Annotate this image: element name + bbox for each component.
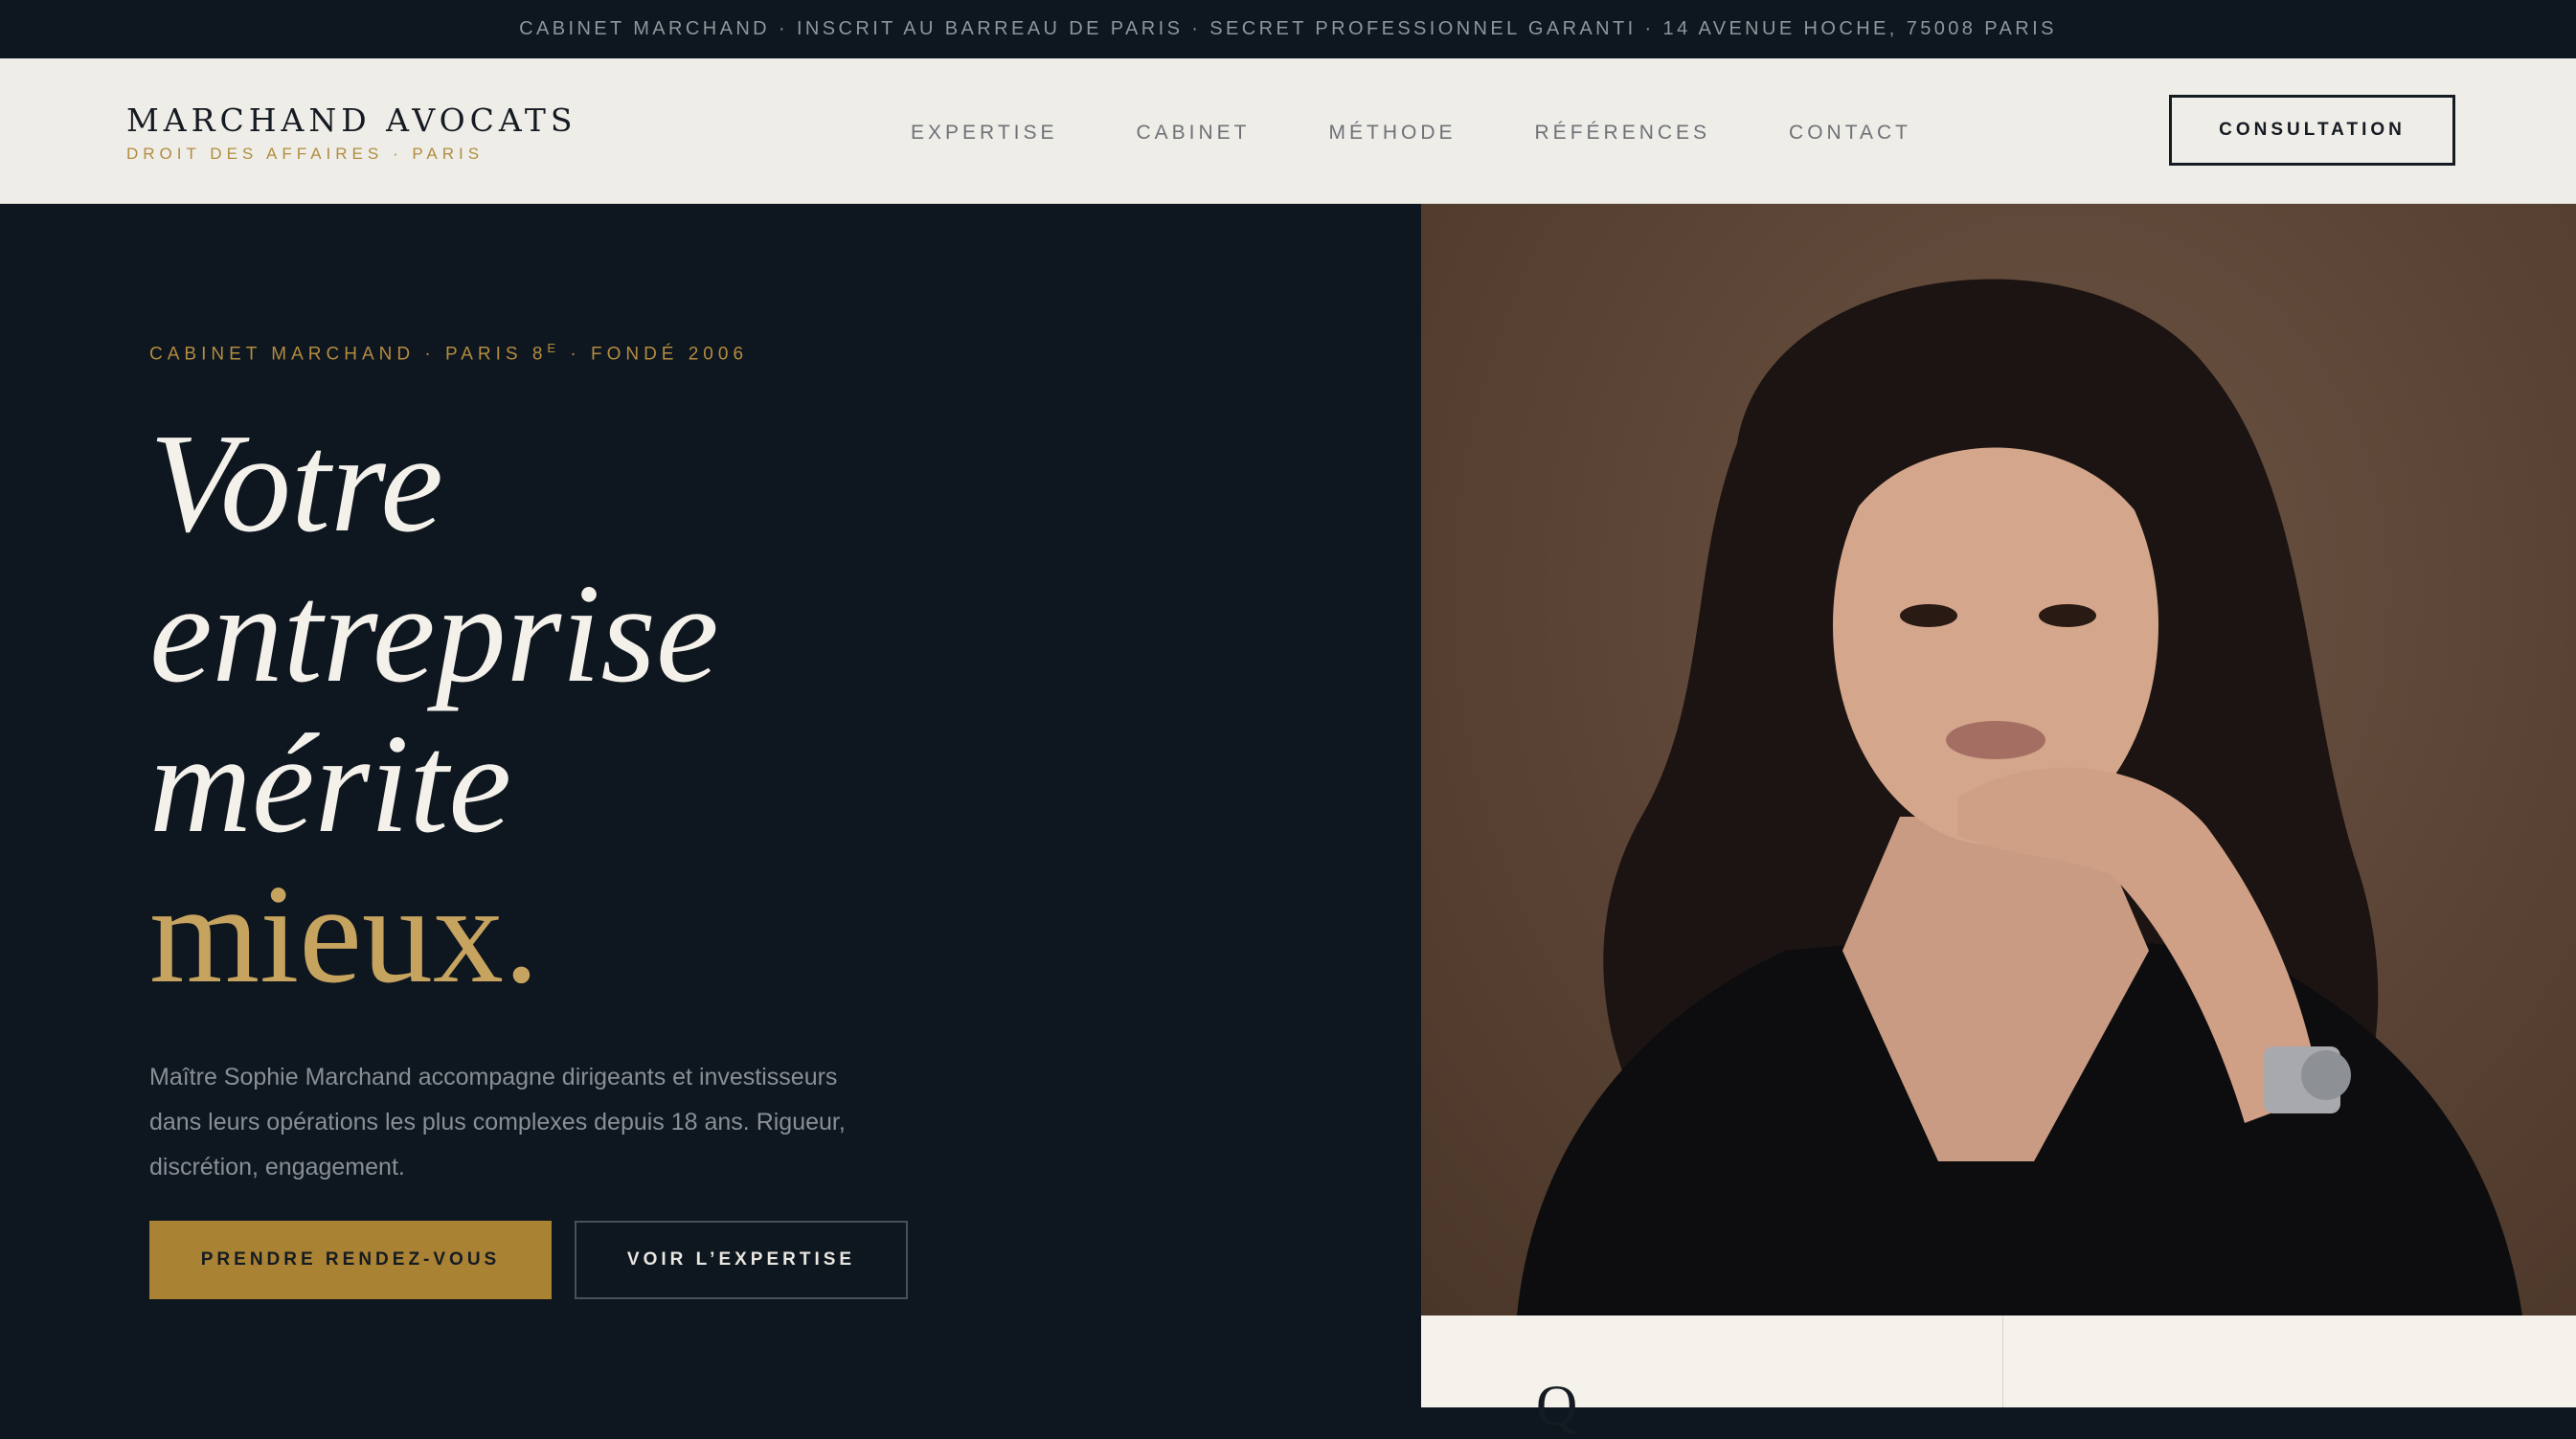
site-header: MARCHAND AVOCATS DROIT DES AFFAIRES · PA… [0,58,2576,204]
logo-tagline: DROIT DES AFFAIRES · PARIS [126,145,485,163]
announcement-text: CABINET MARCHAND · INSCRIT AU BARREAU DE… [519,18,2057,39]
logo[interactable]: MARCHAND AVOCATS DROIT DES AFFAIRES · PA… [126,101,577,165]
eyebrow-suffix: · FONDÉ 2006 [560,344,749,365]
lawyer-portrait-image [1421,204,2576,1315]
eyebrow-superscript: E [547,341,561,355]
consultation-button[interactable]: CONSULTATION [2169,95,2455,166]
hero-headline: Votre entreprise mérite mieux. [149,409,719,1010]
hero-section: CABINET MARCHAND · PARIS 8E · FONDÉ 2006… [0,204,1421,1407]
feature-card-strip: Q [1421,1315,2576,1437]
portrait-illustration [1517,279,2522,1315]
eyebrow-text: CABINET MARCHAND · PARIS 8 [149,344,548,365]
headline-accent: mieux. [149,856,539,1013]
nav-item-contact[interactable]: CONTACT [1789,122,1911,145]
view-expertise-button[interactable]: VOIR L’EXPERTISE [575,1221,908,1299]
logo-name: MARCHAND AVOCATS [126,101,577,139]
nav-item-expertise[interactable]: EXPERTISE [911,122,1058,145]
nav-item-cabinet[interactable]: CABINET [1137,122,1251,145]
hero-lede: Maître Sophie Marchand accompagne dirige… [149,1064,846,1180]
announcement-bar: CABINET MARCHAND · INSCRIT AU BARREAU DE… [0,0,2576,58]
headline-line-3: mérite [149,706,512,863]
headline-line-1: Votre [149,405,443,562]
nav-item-methode[interactable]: MÉTHODE [1329,122,1457,145]
hero-eyebrow: CABINET MARCHAND · PARIS 8E · FONDÉ 2006 [149,341,748,365]
main-nav: EXPERTISE CABINET MÉTHODE RÉFÉRENCES CON… [911,122,1990,145]
card-heading-glyph: Q [1536,1374,1578,1437]
card-divider [2002,1315,2003,1407]
headline-line-2: entreprise [149,555,719,712]
nav-item-references[interactable]: RÉFÉRENCES [1535,122,1711,145]
book-appointment-button[interactable]: PRENDRE RENDEZ-VOUS [149,1221,552,1299]
